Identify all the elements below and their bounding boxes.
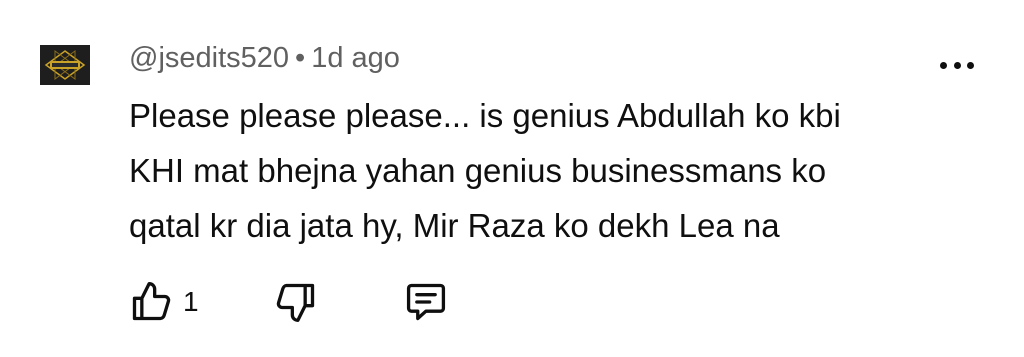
reply-comment-icon bbox=[406, 283, 445, 321]
thumbs-down-icon bbox=[276, 283, 314, 322]
like-count: 1 bbox=[183, 286, 199, 317]
avatar[interactable] bbox=[40, 45, 90, 85]
channel-avatar-logo bbox=[42, 47, 88, 83]
reply-button[interactable] bbox=[404, 280, 448, 324]
dislike-button[interactable] bbox=[274, 280, 318, 324]
menu-dot bbox=[967, 61, 974, 69]
more-vertical-icon[interactable] bbox=[940, 55, 974, 75]
menu-dot bbox=[953, 61, 961, 69]
comment-header: @jsedits520 • 1d ago bbox=[129, 40, 400, 76]
comment-line: Please please please... is genius Abdull… bbox=[129, 97, 841, 134]
meta-separator: • bbox=[295, 42, 306, 74]
comment-line: qatal kr dia jata hy, Mir Raza ko dekh L… bbox=[129, 207, 780, 244]
menu-dot bbox=[940, 61, 947, 69]
comment-text: Please please please... is genius Abdull… bbox=[129, 88, 949, 253]
thumbs-up-icon bbox=[132, 282, 171, 321]
author-handle[interactable]: @jsedits520 bbox=[129, 42, 289, 74]
comment-actions: 1 bbox=[129, 280, 448, 324]
like-button[interactable]: 1 bbox=[129, 280, 199, 324]
comment-line: KHI mat bhejna yahan genius businessmans… bbox=[129, 152, 827, 189]
comment-timestamp[interactable]: 1d ago bbox=[311, 42, 400, 74]
